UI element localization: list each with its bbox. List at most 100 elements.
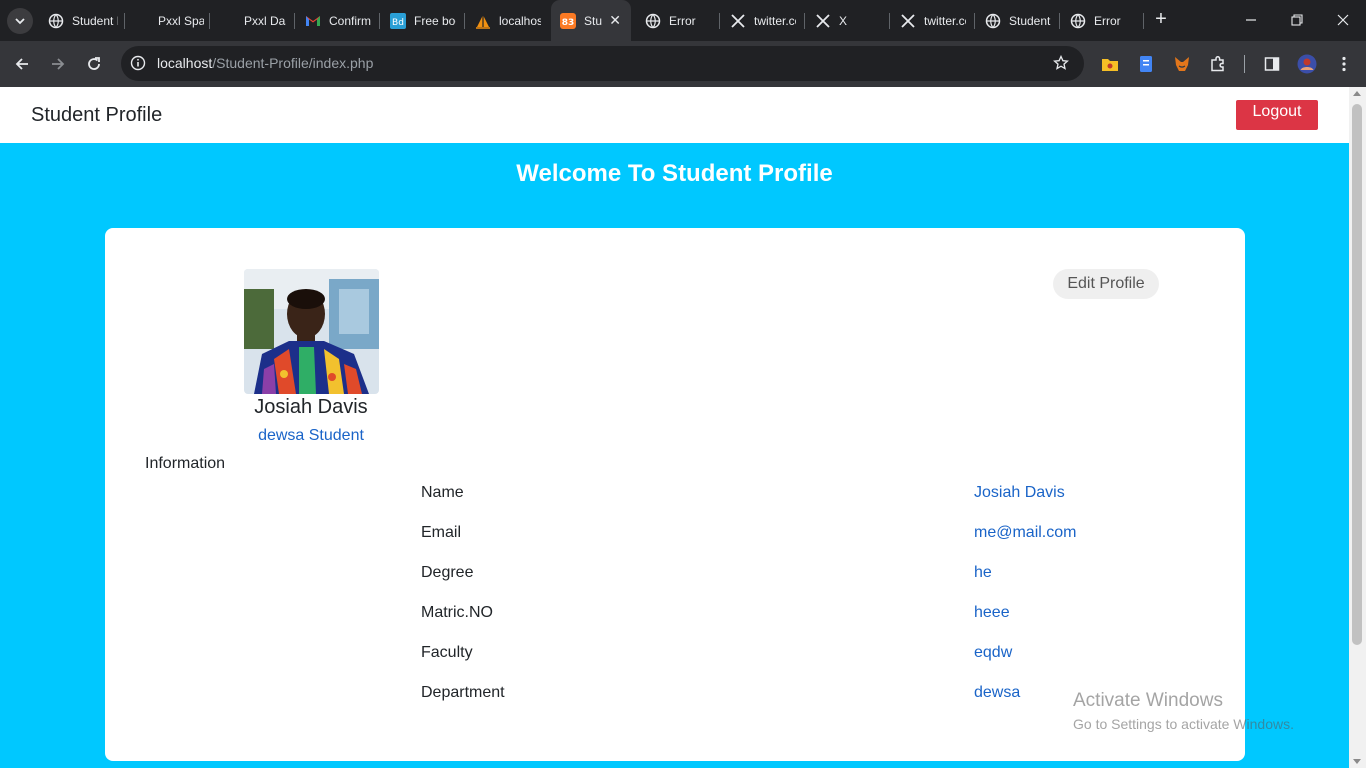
- info-label: Name: [421, 484, 464, 501]
- watermark-title: Activate Windows: [1073, 690, 1223, 711]
- info-value: Josiah Davis: [974, 484, 1065, 501]
- tab-error-2[interactable]: Error: [1070, 6, 1136, 35]
- tab-student-profile-active[interactable]: 83 Student Profile ✕: [551, 0, 631, 41]
- back-arrow-icon[interactable]: [10, 52, 34, 76]
- profile-name: Josiah Davis: [254, 396, 368, 418]
- info-label: Department: [421, 684, 505, 701]
- edit-profile-button[interactable]: Edit Profile: [1053, 269, 1159, 299]
- info-value: eqdw: [974, 644, 1013, 661]
- site-info-icon[interactable]: [129, 54, 147, 72]
- info-label: Faculty: [421, 644, 473, 661]
- globe-icon: [645, 13, 661, 29]
- url-text: localhost/Student-Profile/index.php: [157, 55, 373, 71]
- welcome-heading: Welcome To Student Profile: [516, 160, 833, 187]
- minimize-icon[interactable]: [1241, 10, 1261, 30]
- metamask-fox-icon[interactable]: [1172, 54, 1192, 74]
- gmail-icon: [305, 13, 321, 29]
- new-tab-plus-icon[interactable]: +: [1151, 9, 1171, 30]
- tab-separator: [294, 13, 295, 29]
- tab-separator: [804, 13, 805, 29]
- tab-separator: [379, 13, 380, 29]
- reload-icon[interactable]: [82, 52, 106, 76]
- scroll-down-icon[interactable]: [1353, 759, 1361, 764]
- globe-icon: [48, 13, 64, 29]
- scroll-up-icon[interactable]: [1353, 91, 1361, 96]
- info-label: Degree: [421, 564, 474, 581]
- xampp-icon: 83: [560, 12, 576, 29]
- page-viewport: Student Profile Logout Welcome To Studen…: [0, 87, 1349, 768]
- info-value: dewsa: [974, 684, 1021, 701]
- activate-windows-watermark: Activate Windows Go to Settings to activ…: [1073, 690, 1294, 732]
- page-scrollbar[interactable]: [1349, 87, 1366, 768]
- tab-search-button[interactable]: [7, 8, 33, 34]
- x-icon: [730, 13, 746, 29]
- tab-gmail-confirm[interactable]: Confirm: [305, 6, 371, 35]
- forward-arrow-icon[interactable]: [46, 52, 70, 76]
- info-label: Email: [421, 524, 462, 541]
- scrollbar-thumb[interactable]: [1352, 104, 1362, 645]
- browser-tab-strip: Student Profile Pxxl Space Pxxl Dashboar…: [0, 0, 1366, 41]
- info-row-faculty: Faculty eqdw: [105, 644, 1245, 668]
- url-host: localhost: [157, 55, 213, 71]
- info-value: he: [974, 564, 992, 581]
- globe-icon: [985, 13, 1001, 29]
- tab-pxxl-space[interactable]: Pxxl Space: [134, 6, 204, 35]
- tab-separator: [974, 13, 975, 29]
- url-path: /Student-Profile/index.php: [212, 55, 374, 71]
- bd-icon: Bd: [390, 12, 406, 29]
- profile-photo: [244, 269, 379, 394]
- tab-free-bootstrap[interactable]: Bd Free bootstrap: [390, 6, 456, 35]
- tab-student-profile-1[interactable]: Student Profile: [48, 6, 118, 35]
- extensions-puzzle-icon[interactable]: [1208, 54, 1228, 74]
- tab-separator: [464, 13, 465, 29]
- profile-card: Josiah Davis dewsa Student Edit Profile …: [105, 228, 1245, 761]
- tab-separator: [209, 13, 210, 29]
- tab-separator: [124, 13, 125, 29]
- pxxl-icon: [134, 13, 150, 29]
- watermark-subtitle: Go to Settings to activate Windows.: [1073, 716, 1294, 732]
- info-row-degree: Degree he: [105, 564, 1245, 588]
- site-navbar: Student Profile Logout: [0, 87, 1349, 143]
- restore-icon[interactable]: [1287, 10, 1307, 30]
- pxxl-icon: [220, 13, 236, 29]
- tab-twitter-1[interactable]: twitter.com: [730, 6, 796, 35]
- close-window-icon[interactable]: [1333, 10, 1353, 30]
- profile-avatar-icon[interactable]: [1297, 54, 1317, 74]
- profile-role: dewsa Student: [258, 427, 364, 444]
- tab-separator: [1143, 13, 1144, 29]
- tab-localhost[interactable]: localhost: [475, 6, 541, 35]
- svg-text:Bd: Bd: [392, 18, 404, 28]
- info-row-name: Name Josiah Davis: [105, 484, 1245, 508]
- info-row-matric: Matric.NO heee: [105, 604, 1245, 628]
- tab-separator: [889, 13, 890, 29]
- tab-error-1[interactable]: Error: [645, 6, 711, 35]
- info-label: Matric.NO: [421, 604, 493, 621]
- toolbar-divider: [1244, 55, 1245, 73]
- more-menu-icon[interactable]: [1334, 54, 1354, 74]
- tab-student-profile-2[interactable]: Student Profile: [985, 6, 1051, 35]
- browser-toolbar: localhost/Student-Profile/index.php: [0, 41, 1366, 87]
- globe-icon: [1070, 13, 1086, 29]
- info-row-email: Email me@mail.com: [105, 524, 1245, 548]
- logout-button[interactable]: Logout: [1236, 100, 1318, 130]
- docs-extension-icon[interactable]: [1136, 54, 1156, 74]
- side-panel-icon[interactable]: [1262, 54, 1282, 74]
- chevron-down-icon: [15, 18, 25, 25]
- x-icon: [900, 13, 916, 29]
- information-heading: Information: [145, 455, 226, 472]
- tab-pxxl-dashboard[interactable]: Pxxl Dashboard: [220, 6, 286, 35]
- info-value: heee: [974, 604, 1010, 621]
- address-bar[interactable]: localhost/Student-Profile/index.php: [121, 46, 1084, 81]
- tab-separator: [1059, 13, 1060, 29]
- navbar-brand[interactable]: Student Profile: [31, 104, 162, 127]
- tab-twitter-2[interactable]: twitter.com: [900, 6, 966, 35]
- info-value: me@mail.com: [974, 524, 1077, 541]
- folder-extension-icon[interactable]: [1100, 54, 1120, 74]
- xampp-sail-icon: [475, 13, 491, 29]
- bookmark-star-icon[interactable]: [1052, 54, 1070, 72]
- svg-text:83: 83: [562, 18, 575, 28]
- tab-x[interactable]: X: [815, 6, 881, 35]
- close-tab-icon[interactable]: ✕: [609, 13, 621, 27]
- tab-separator: [719, 13, 720, 29]
- x-icon: [815, 13, 831, 29]
